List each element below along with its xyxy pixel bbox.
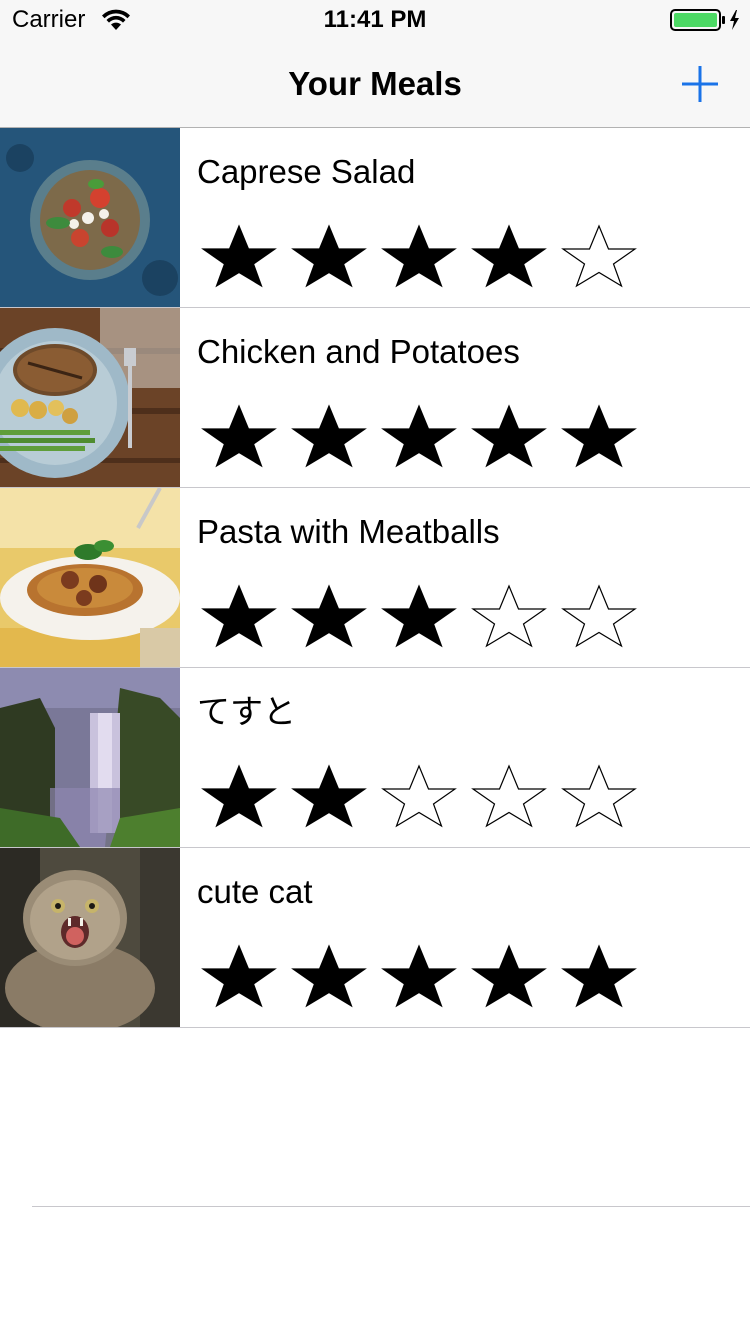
star-filled-icon[interactable] bbox=[379, 944, 459, 1008]
meal-name: Pasta with Meatballs bbox=[197, 513, 500, 550]
table-row[interactable]: Chicken and Potatoes bbox=[0, 308, 750, 488]
star-filled-icon[interactable] bbox=[289, 764, 369, 828]
table-row[interactable]: cute cat bbox=[0, 848, 750, 1028]
star-empty-icon[interactable] bbox=[469, 764, 549, 828]
star-filled-icon[interactable] bbox=[289, 944, 369, 1008]
rating-control bbox=[199, 224, 649, 288]
star-filled-icon[interactable] bbox=[289, 404, 369, 468]
star-filled-icon[interactable] bbox=[379, 584, 459, 648]
table-row[interactable]: Pasta with Meatballs bbox=[0, 488, 750, 668]
star-filled-icon[interactable] bbox=[199, 224, 279, 288]
star-filled-icon[interactable] bbox=[289, 224, 369, 288]
star-empty-icon[interactable] bbox=[559, 764, 639, 828]
star-filled-icon[interactable] bbox=[199, 764, 279, 828]
star-filled-icon[interactable] bbox=[379, 404, 459, 468]
add-meal-button[interactable] bbox=[676, 60, 724, 108]
star-filled-icon[interactable] bbox=[379, 224, 459, 288]
star-empty-icon[interactable] bbox=[469, 584, 549, 648]
rating-control bbox=[199, 944, 649, 1008]
star-empty-icon[interactable] bbox=[379, 764, 459, 828]
rating-control bbox=[199, 764, 649, 828]
meal-name: cute cat bbox=[197, 873, 313, 910]
star-empty-icon[interactable] bbox=[559, 224, 639, 288]
star-filled-icon[interactable] bbox=[469, 944, 549, 1008]
meal-name: Chicken and Potatoes bbox=[197, 333, 520, 370]
page-title: Your Meals bbox=[288, 65, 462, 102]
plus-icon bbox=[682, 66, 718, 102]
status-time: 11:41 PM bbox=[323, 6, 427, 33]
rating-control bbox=[199, 404, 649, 468]
cat-photo bbox=[0, 848, 180, 1027]
chicken-and-potatoes-photo bbox=[0, 308, 180, 487]
empty-row-separator bbox=[32, 1206, 750, 1207]
pasta-with-meatballs-photo bbox=[0, 488, 180, 667]
table-row[interactable]: てすと bbox=[0, 668, 750, 848]
status-bar: Carrier 11:41 PM bbox=[0, 0, 750, 40]
star-empty-icon[interactable] bbox=[559, 584, 639, 648]
navigation-bar: Your Meals bbox=[0, 40, 750, 128]
charging-bolt-icon bbox=[730, 10, 739, 30]
meal-table: Caprese Salad Chicken and Potatoes Pasta… bbox=[0, 128, 750, 1028]
star-filled-icon[interactable] bbox=[469, 224, 549, 288]
rating-control bbox=[199, 584, 649, 648]
star-filled-icon[interactable] bbox=[289, 584, 369, 648]
waterfall-photo bbox=[0, 668, 180, 847]
star-filled-icon[interactable] bbox=[199, 404, 279, 468]
star-filled-icon[interactable] bbox=[199, 584, 279, 648]
star-filled-icon[interactable] bbox=[469, 404, 549, 468]
meal-name: Caprese Salad bbox=[197, 153, 416, 190]
star-filled-icon[interactable] bbox=[559, 404, 639, 468]
table-row[interactable]: Caprese Salad bbox=[0, 128, 750, 308]
top-chrome: Carrier 11:41 PM Your Meals bbox=[0, 0, 750, 128]
star-filled-icon[interactable] bbox=[199, 944, 279, 1008]
star-filled-icon[interactable] bbox=[559, 944, 639, 1008]
meal-name: てすと bbox=[197, 693, 296, 730]
caprese-salad-photo bbox=[0, 128, 180, 307]
battery-icon bbox=[670, 8, 742, 32]
